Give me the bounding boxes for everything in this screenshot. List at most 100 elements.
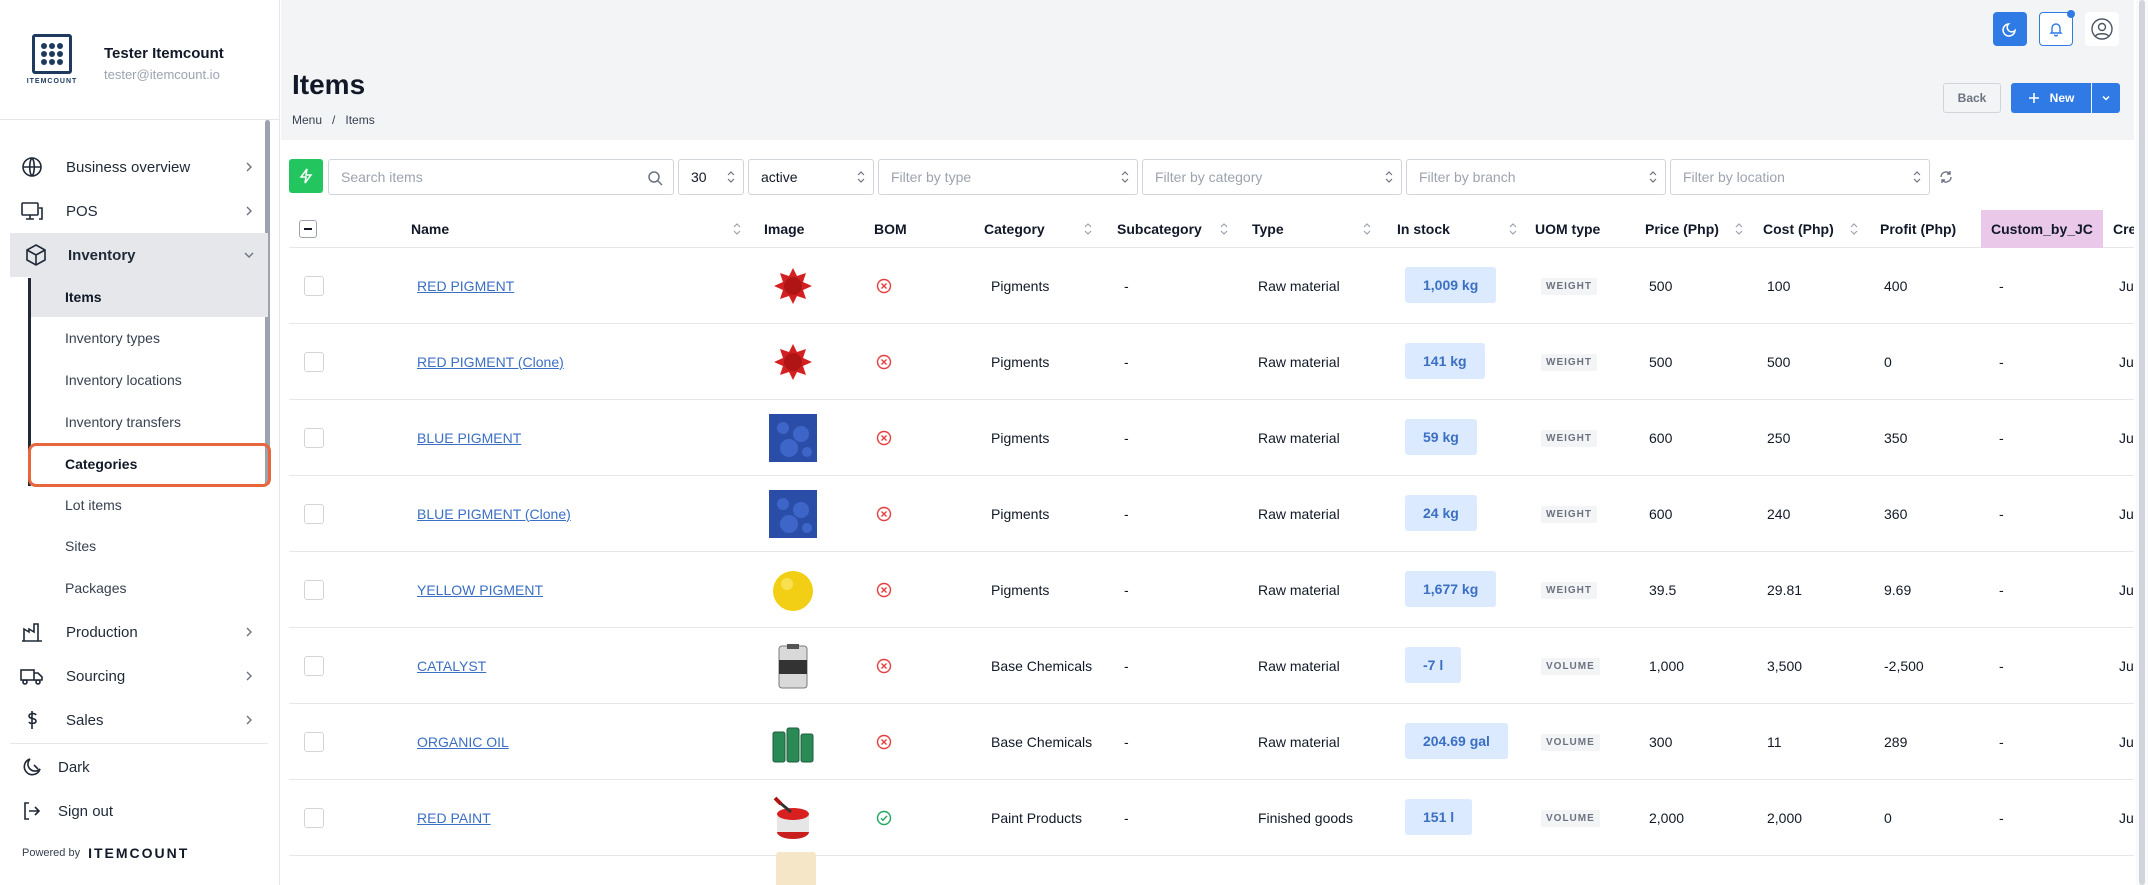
item-name-link[interactable]: BLUE PIGMENT (Clone) [417, 506, 571, 522]
col-bom: BOM [874, 221, 907, 237]
bom-x-icon [876, 430, 892, 446]
status-select[interactable]: active [748, 159, 874, 195]
table-row[interactable]: RED PAINT Paint Products - Finished good… [289, 780, 2134, 856]
notification-dot [2067, 10, 2075, 18]
quick-action-button[interactable] [289, 159, 323, 193]
nav-label: Sourcing [66, 667, 126, 685]
row-checkbox[interactable] [304, 580, 324, 600]
item-cost: 11 [1767, 733, 1782, 750]
nav-sourcing[interactable]: Sourcing [0, 654, 268, 698]
new-dropdown-button[interactable] [2092, 83, 2120, 113]
row-checkbox[interactable] [304, 732, 324, 752]
stock-badge[interactable]: 1,009 kg [1405, 267, 1497, 303]
branch-filter-select[interactable]: Filter by branch [1406, 159, 1666, 195]
stock-badge[interactable]: 24 kg [1405, 495, 1477, 531]
row-checkbox[interactable] [304, 504, 324, 524]
sidebar-item-inventory-locations[interactable]: Inventory locations [31, 360, 268, 400]
item-name-link[interactable]: RED PIGMENT [417, 278, 514, 294]
account-button[interactable] [2085, 12, 2119, 46]
stock-badge[interactable]: -7 l [1405, 647, 1462, 683]
nav-business-overview[interactable]: Business overview [0, 145, 268, 189]
powered-label: Powered by [22, 847, 81, 859]
refresh-icon[interactable] [1938, 169, 1954, 185]
dark-mode-toggle[interactable]: Dark [0, 745, 268, 789]
col-cost[interactable]: Cost (Php) [1763, 210, 1873, 248]
table-row[interactable]: ORGANIC OIL Base Chemicals - Raw materia… [289, 704, 2134, 780]
table-row[interactable]: RED PIGMENT (Clone) Pigments - Raw mater… [289, 324, 2134, 400]
item-type: Raw material [1258, 505, 1340, 522]
item-price: 2,000 [1649, 809, 1685, 826]
item-name-link[interactable]: RED PIGMENT (Clone) [417, 354, 564, 370]
breadcrumb-menu[interactable]: Menu [292, 113, 322, 127]
item-subcategory: - [1124, 733, 1129, 750]
stock-badge[interactable]: 59 kg [1405, 419, 1477, 455]
item-created: Ju [2119, 733, 2134, 750]
stock-badge[interactable]: 1,677 kg [1405, 571, 1497, 607]
col-price[interactable]: Price (Php) [1645, 210, 1755, 248]
col-name[interactable]: Name [411, 210, 756, 248]
page-scrollbar[interactable] [2136, 0, 2148, 885]
sidebar-item-inventory-transfers[interactable]: Inventory transfers [31, 402, 268, 442]
factory-icon [22, 623, 42, 642]
uom-badge: VOLUME [1541, 658, 1600, 675]
col-category[interactable]: Category [984, 210, 1099, 248]
col-subcategory[interactable]: Subcategory [1117, 210, 1242, 248]
item-cost: 100 [1767, 277, 1791, 294]
sidebar-item-items[interactable]: Items [31, 277, 268, 317]
row-checkbox[interactable] [304, 352, 324, 372]
select-all-checkbox[interactable] [299, 220, 317, 238]
nav-sales[interactable]: Sales [0, 698, 268, 742]
item-name-link[interactable]: YELLOW PIGMENT [417, 582, 543, 598]
sidebar-item-packages[interactable]: Packages [31, 568, 268, 608]
col-image: Image [764, 221, 805, 237]
row-checkbox[interactable] [304, 276, 324, 296]
powered-by: Powered by ITEMCOUNT [22, 845, 189, 861]
sidebar-item-lot-items[interactable]: Lot items [31, 485, 268, 525]
table-row[interactable]: CATALYST Base Chemicals - Raw material -… [289, 628, 2134, 704]
item-name-link[interactable]: RED PAINT [417, 810, 491, 826]
stock-badge[interactable]: 141 kg [1405, 343, 1485, 379]
back-button[interactable]: Back [1943, 83, 2001, 113]
item-price: 1,000 [1649, 657, 1685, 674]
bom-x-icon [876, 506, 892, 522]
row-checkbox[interactable] [304, 808, 324, 828]
main: Items Menu / Items Back New Search items… [281, 0, 2134, 885]
nav-production[interactable]: Production [0, 610, 268, 654]
stock-badge[interactable]: 204.69 gal [1405, 723, 1508, 759]
search-input[interactable]: Search items [328, 159, 674, 195]
profile[interactable]: ITEMCOUNT Tester Itemcount tester@itemco… [0, 0, 280, 120]
item-name-link[interactable]: CATALYST [417, 658, 486, 674]
item-name-link[interactable]: ORGANIC OIL [417, 734, 509, 750]
table-row[interactable]: YELLOW PIGMENT Pigments - Raw material 1… [289, 552, 2134, 628]
item-type: Finished goods [1258, 809, 1353, 826]
type-filter-placeholder: Filter by type [891, 169, 972, 185]
row-checkbox[interactable] [304, 656, 324, 676]
category-filter-select[interactable]: Filter by category [1142, 159, 1402, 195]
col-type[interactable]: Type [1252, 210, 1377, 248]
item-custom: - [1999, 657, 2004, 674]
theme-button[interactable] [1993, 12, 2027, 46]
sidebar: ITEMCOUNT Tester Itemcount tester@itemco… [0, 0, 280, 885]
truck-icon [20, 669, 43, 685]
sidebar-item-inventory-types[interactable]: Inventory types [31, 318, 268, 358]
stock-badge[interactable]: 151 l [1405, 799, 1473, 835]
moon-icon [2002, 23, 2016, 37]
nav-pos[interactable]: POS [0, 189, 268, 233]
col-in-stock[interactable]: In stock [1397, 210, 1522, 248]
sign-out-button[interactable]: Sign out [0, 789, 268, 833]
page-size-select[interactable]: 30 [678, 159, 744, 195]
table-row[interactable]: BLUE PIGMENT Pigments - Raw material 59 … [289, 400, 2134, 476]
table-row[interactable]: BLUE PIGMENT (Clone) Pigments - Raw mate… [289, 476, 2134, 552]
item-created: Ju [2119, 353, 2134, 370]
location-filter-select[interactable]: Filter by location [1670, 159, 1930, 195]
content: Search items 30 active Filter by type Fi… [281, 140, 2134, 885]
nav-inventory[interactable]: Inventory [10, 233, 268, 277]
page-scrollbar-thumb[interactable] [2139, 0, 2145, 885]
table-row[interactable]: RED PIGMENT Pigments - Raw material 1,00… [289, 248, 2134, 324]
notifications-button[interactable] [2039, 10, 2075, 46]
row-checkbox[interactable] [304, 428, 324, 448]
type-filter-select[interactable]: Filter by type [878, 159, 1138, 195]
sidebar-item-sites[interactable]: Sites [31, 526, 268, 566]
new-button[interactable]: New [2011, 83, 2091, 113]
item-name-link[interactable]: BLUE PIGMENT [417, 430, 521, 446]
